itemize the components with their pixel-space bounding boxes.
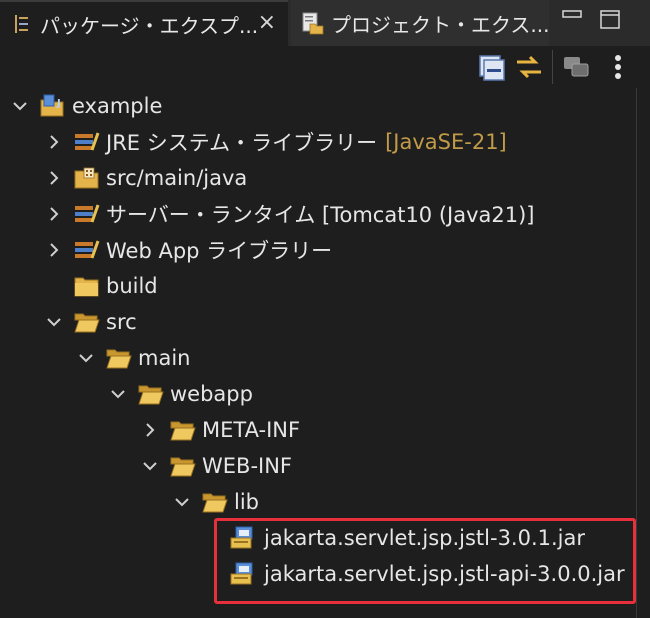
tree-item-web-inf[interactable]: WEB-INF bbox=[142, 448, 292, 484]
source-folder-icon bbox=[74, 166, 100, 190]
chevron-down-icon[interactable] bbox=[12, 98, 28, 114]
jre-version-decoration: [JavaSE-21] bbox=[385, 130, 507, 154]
package-explorer-icon bbox=[14, 13, 30, 35]
highlight-box bbox=[214, 518, 636, 604]
chevron-right-icon[interactable] bbox=[142, 422, 158, 438]
tree-item-label: src/main/java bbox=[106, 166, 248, 190]
tree-item-label: lib bbox=[234, 490, 259, 514]
tab-package-explorer-label: パッケージ・エクスプ... bbox=[40, 13, 259, 38]
chevron-down-icon[interactable] bbox=[142, 458, 158, 474]
tree-item-label: META-INF bbox=[202, 418, 301, 442]
tree-item-jre-system-library[interactable]: JRE システム・ライブラリー [JavaSE-21] bbox=[46, 124, 507, 160]
tree-item-src-main-java[interactable]: src/main/java bbox=[46, 160, 247, 196]
tree-item-main[interactable]: main bbox=[78, 340, 190, 376]
tree-item-label: WEB-INF bbox=[202, 454, 292, 478]
chevron-down-icon[interactable] bbox=[78, 350, 94, 366]
tree-item-label: build bbox=[106, 274, 158, 298]
view-menu-icon[interactable] bbox=[604, 52, 634, 82]
open-folder-icon bbox=[74, 310, 100, 334]
tree-item-src[interactable]: src bbox=[46, 304, 137, 340]
focus-on-active-task-icon[interactable] bbox=[562, 52, 592, 82]
folder-icon bbox=[74, 274, 100, 298]
svg-text:J: J bbox=[56, 98, 61, 109]
tree-item-label: example bbox=[72, 94, 163, 118]
toolbar-separator bbox=[552, 50, 553, 84]
library-icon bbox=[74, 202, 100, 226]
chevron-right-icon[interactable] bbox=[46, 206, 62, 222]
tree-item-example[interactable]: J example bbox=[12, 88, 162, 124]
maximize-icon[interactable] bbox=[598, 8, 622, 36]
tree-item-webapp[interactable]: webapp bbox=[110, 376, 253, 412]
project-icon: J bbox=[40, 94, 66, 118]
tab-project-explorer-label: プロジェクト・エクス... bbox=[331, 12, 550, 37]
tree-item-label: JRE システム・ライブラリー bbox=[106, 131, 378, 155]
close-icon[interactable]: × bbox=[258, 12, 276, 34]
tab-project-explorer[interactable]: プロジェクト・エクス... bbox=[291, 0, 549, 46]
tree-item-server-runtime[interactable]: サーバー・ランタイム [Tomcat10 (Java21)] bbox=[46, 196, 535, 232]
chevron-down-icon[interactable] bbox=[174, 494, 190, 510]
tree-item-label: サーバー・ランタイム [Tomcat10 (Java21)] bbox=[106, 203, 535, 227]
chevron-down-icon[interactable] bbox=[110, 386, 126, 402]
library-icon bbox=[74, 238, 100, 262]
tree-item-lib[interactable]: lib bbox=[174, 484, 259, 520]
open-folder-icon bbox=[170, 418, 196, 442]
chevron-right-icon[interactable] bbox=[46, 170, 62, 186]
tab-package-explorer[interactable]: パッケージ・エクスプ... × bbox=[0, 0, 288, 46]
tree-item-label: src bbox=[106, 310, 137, 334]
tree-item-label: webapp bbox=[170, 382, 253, 406]
library-icon bbox=[74, 130, 100, 154]
chevron-down-icon[interactable] bbox=[46, 314, 62, 330]
open-folder-icon bbox=[170, 454, 196, 478]
minimize-icon[interactable] bbox=[560, 8, 584, 36]
link-with-editor-icon[interactable] bbox=[514, 52, 544, 82]
tree-item-label: Web App ライブラリー bbox=[106, 239, 333, 263]
tree-item-build[interactable]: build bbox=[74, 268, 158, 304]
tree-item-web-app-library[interactable]: Web App ライブラリー bbox=[46, 232, 332, 268]
view-tab-bar: パッケージ・エクスプ... × プロジェクト・エクス... bbox=[0, 0, 650, 46]
tree-item-meta-inf[interactable]: META-INF bbox=[142, 412, 300, 448]
chevron-right-icon[interactable] bbox=[46, 242, 62, 258]
open-folder-icon bbox=[202, 490, 228, 514]
chevron-right-icon[interactable] bbox=[46, 134, 62, 150]
open-folder-icon bbox=[138, 382, 164, 406]
open-folder-icon bbox=[106, 346, 132, 370]
view-right-border bbox=[636, 88, 637, 618]
view-toolbar bbox=[0, 46, 650, 88]
tree-item-label: main bbox=[138, 346, 191, 370]
collapse-all-icon[interactable] bbox=[476, 52, 506, 82]
project-explorer-icon bbox=[301, 11, 325, 35]
